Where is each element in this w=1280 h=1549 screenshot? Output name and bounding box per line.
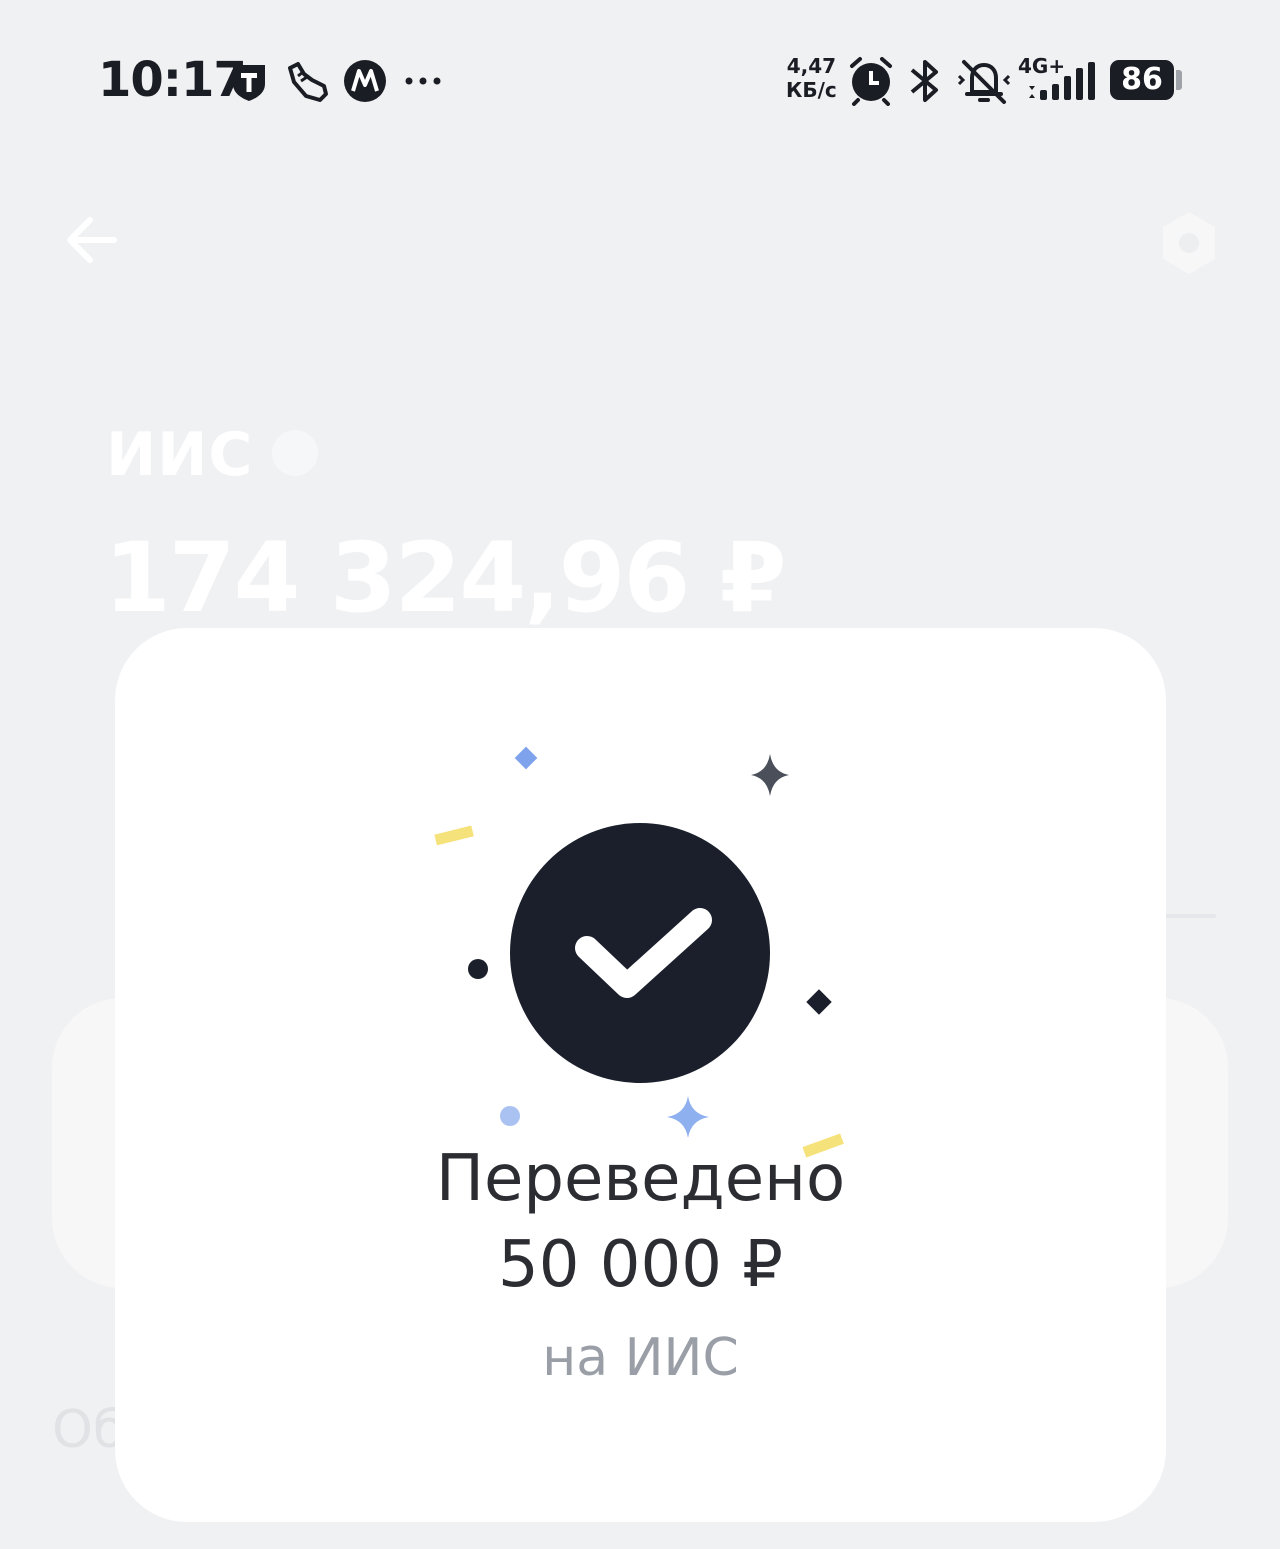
sparkle-blue-icon <box>667 1096 709 1138</box>
dialog-title: Переведено <box>435 1142 846 1216</box>
settings-gear-icon[interactable] <box>1156 208 1222 278</box>
network-speed-unit: КБ/с <box>786 78 837 102</box>
battery-level: 86 <box>1121 62 1163 97</box>
battery-icon: 86 <box>1110 60 1174 100</box>
background-divider <box>1160 914 1216 918</box>
network-speed-value: 4,47 <box>786 54 837 78</box>
bluetooth-icon <box>910 60 938 102</box>
m-app-icon <box>344 60 386 102</box>
status-bar: 10:17 4,47 КБ/с 4G+ 86 <box>0 0 1280 160</box>
success-illustration <box>434 746 844 1158</box>
account-name: ИИС <box>106 420 254 490</box>
confetti-blue-diamond <box>514 746 538 770</box>
alarm-icon <box>850 57 892 106</box>
battery-tip <box>1176 70 1182 90</box>
back-arrow-icon[interactable] <box>62 210 120 270</box>
shoe-icon <box>288 62 328 102</box>
t-shield-icon <box>233 65 265 101</box>
network-speed: 4,47 КБ/с <box>786 54 837 102</box>
confetti-dark-dot <box>468 959 488 979</box>
check-circle <box>510 823 770 1083</box>
transfer-success-dialog: Переведено 50 000 ₽ на ИИС <box>115 628 1166 1522</box>
signal-icon <box>1029 62 1095 100</box>
confetti-yellow-strip-left <box>434 825 474 846</box>
confetti-blue-dot <box>500 1106 520 1126</box>
account-balance: 174 324,96 ₽ <box>104 522 786 634</box>
status-time: 10:17 <box>98 52 247 108</box>
edit-pencil-icon[interactable] <box>272 430 318 476</box>
mute-bell-icon <box>957 60 1011 104</box>
transfer-amount: 50 000 ₽ <box>498 1228 783 1302</box>
confetti-dark-diamond <box>806 989 832 1015</box>
transfer-destination: на ИИС <box>542 1328 739 1388</box>
sparkle-dark-icon <box>751 754 789 796</box>
more-dots-icon <box>405 77 441 85</box>
